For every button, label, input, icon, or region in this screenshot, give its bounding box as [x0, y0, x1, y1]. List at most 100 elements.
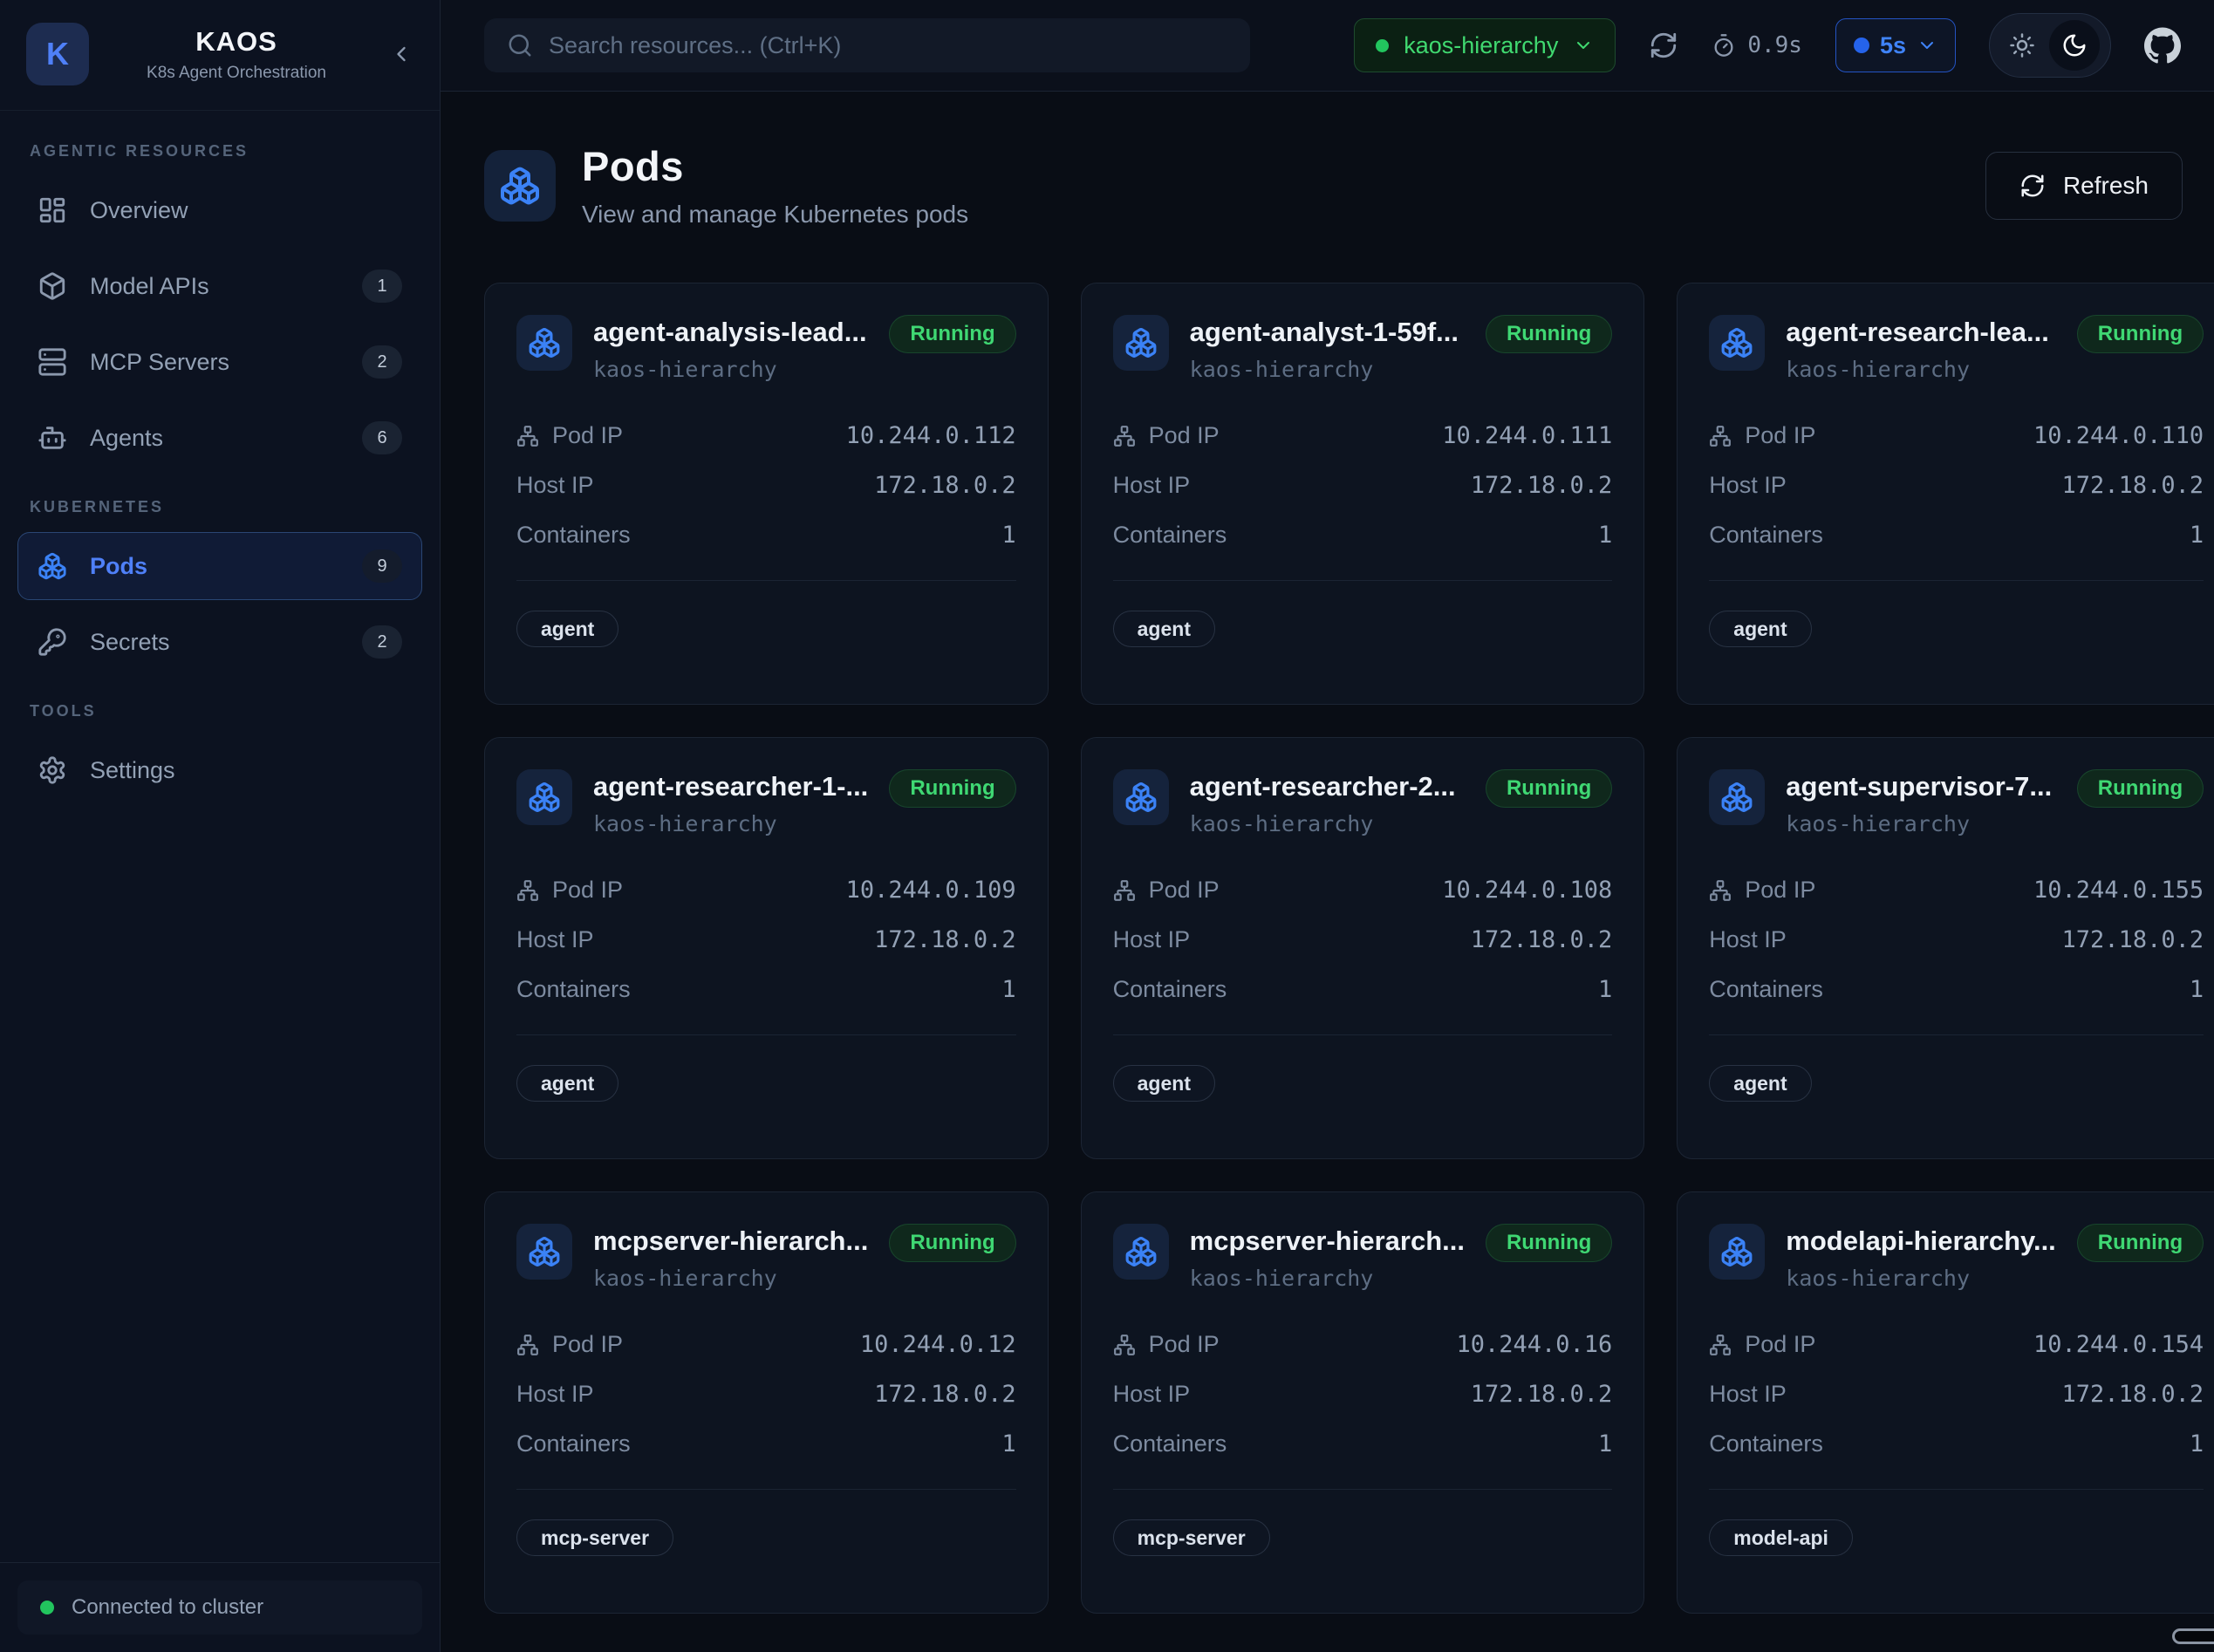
sidebar-item-mcp-servers[interactable]: MCP Servers 2	[17, 328, 422, 396]
pod-icon-tile	[516, 769, 572, 825]
chevron-down-icon	[1917, 35, 1937, 56]
network-icon	[1113, 425, 1136, 447]
pod-card[interactable]: mcpserver-hierarch... kaos-hierarchy Run…	[1081, 1191, 1645, 1614]
pod-ip-value: 10.244.0.155	[2033, 877, 2204, 904]
pod-name: mcpserver-hierarch...	[1190, 1225, 1465, 1257]
pod-card[interactable]: agent-supervisor-7... kaos-hierarchy Run…	[1677, 737, 2214, 1159]
search-input[interactable]	[549, 32, 1227, 59]
sidebar-item-label: Model APIs	[90, 273, 209, 300]
pod-icon-tile	[1113, 315, 1169, 371]
pod-card[interactable]: agent-research-lea... kaos-hierarchy Run…	[1677, 283, 2214, 705]
containers-value: 1	[1001, 976, 1015, 1003]
pod-ip-row: Pod IP 10.244.0.12	[516, 1331, 1016, 1358]
host-ip-value: 172.18.0.2	[874, 472, 1016, 499]
pods-page-icon-tile	[484, 150, 556, 222]
sidebar-collapse-button[interactable]	[384, 37, 419, 72]
sidebar-item-model-apis[interactable]: Model APIs 1	[17, 252, 422, 320]
theme-toggle[interactable]	[1989, 13, 2111, 78]
host-ip-row: Host IP 172.18.0.2	[1113, 926, 1613, 953]
host-ip-label: Host IP	[516, 472, 594, 499]
pod-card-header: agent-research-lea... kaos-hierarchy Run…	[1709, 315, 2204, 382]
pod-card[interactable]: modelapi-hierarchy... kaos-hierarchy Run…	[1677, 1191, 2214, 1614]
dark-theme-button[interactable]	[2049, 20, 2100, 71]
app-window: K KAOS K8s Agent Orchestration AGENTIC R…	[0, 0, 2214, 1652]
sidebar-item-secrets[interactable]: Secrets 2	[17, 608, 422, 676]
boxes-icon	[1124, 326, 1158, 359]
search-icon	[507, 32, 533, 58]
topbar-controls: kaos-hierarchy 0.9s 5s	[1354, 13, 2181, 78]
layout-dashboard-icon	[38, 195, 67, 225]
host-ip-label: Host IP	[1113, 1381, 1191, 1408]
containers-row: Containers 1	[1709, 976, 2204, 1003]
sidebar-section-label: AGENTIC RESOURCES	[30, 142, 410, 160]
sidebar-item-pods[interactable]: Pods 9	[17, 532, 422, 600]
sidebar: K KAOS K8s Agent Orchestration AGENTIC R…	[0, 0, 441, 1652]
sidebar-section-label: KUBERNETES	[30, 498, 410, 516]
refresh-icon	[2019, 173, 2046, 199]
sidebar-header: K KAOS K8s Agent Orchestration	[0, 0, 440, 111]
card-divider	[516, 1034, 1016, 1035]
host-ip-row: Host IP 172.18.0.2	[1113, 472, 1613, 499]
refresh-button[interactable]: Refresh	[1985, 152, 2183, 220]
sidebar-item-settings[interactable]: Settings	[17, 736, 422, 804]
github-link[interactable]	[2144, 27, 2181, 64]
pod-ip-row: Pod IP 10.244.0.111	[1113, 422, 1613, 449]
host-ip-value: 172.18.0.2	[2062, 472, 2204, 499]
light-theme-button[interactable]	[2000, 24, 2044, 67]
interval-dot-icon	[1854, 38, 1869, 53]
app-title: KAOS	[195, 26, 277, 58]
key-icon	[38, 627, 67, 657]
card-divider	[1113, 580, 1613, 581]
containers-row: Containers 1	[1113, 1430, 1613, 1457]
pod-name: modelapi-hierarchy...	[1786, 1225, 2056, 1257]
host-ip-label: Host IP	[1709, 1381, 1787, 1408]
network-icon	[1709, 879, 1732, 902]
pod-ip-label: Pod IP	[552, 877, 623, 904]
host-ip-value: 172.18.0.2	[2062, 926, 2204, 953]
pod-ip-row: Pod IP 10.244.0.154	[1709, 1331, 2204, 1358]
chevron-down-icon	[1573, 35, 1594, 56]
pod-card[interactable]: mcpserver-hierarch... kaos-hierarchy Run…	[484, 1191, 1049, 1614]
network-icon	[516, 425, 539, 447]
sidebar-section: TOOLS Settings	[17, 702, 422, 804]
card-divider	[1709, 1034, 2204, 1035]
boxes-icon	[38, 551, 67, 581]
app-logo: K	[26, 23, 89, 85]
host-ip-value: 172.18.0.2	[2062, 1381, 2204, 1408]
status-badge: Running	[2077, 769, 2204, 808]
pod-card[interactable]: agent-analysis-lead... kaos-hierarchy Ru…	[484, 283, 1049, 705]
pod-name: mcpserver-hierarch...	[593, 1225, 868, 1257]
status-badge: Running	[889, 315, 1015, 353]
timer-icon	[1712, 33, 1736, 58]
pod-card[interactable]: agent-analyst-1-59f... kaos-hierarchy Ru…	[1081, 283, 1645, 705]
pod-card[interactable]: agent-researcher-1-... kaos-hierarchy Ru…	[484, 737, 1049, 1159]
poll-interval-selector[interactable]: 5s	[1835, 18, 1956, 72]
main-column: kaos-hierarchy 0.9s 5s	[441, 0, 2214, 1652]
containers-label: Containers	[516, 976, 631, 1003]
pod-card[interactable]: agent-researcher-2... kaos-hierarchy Run…	[1081, 737, 1645, 1159]
container-tag: agent	[516, 1065, 618, 1102]
topbar: kaos-hierarchy 0.9s 5s	[441, 0, 2214, 92]
containers-row: Containers 1	[1113, 976, 1613, 1003]
sidebar-item-overview[interactable]: Overview	[17, 176, 422, 244]
network-icon	[516, 879, 539, 902]
containers-label: Containers	[1709, 976, 1823, 1003]
network-icon	[516, 1334, 539, 1356]
pod-icon-tile	[1113, 1224, 1169, 1280]
pod-ip-label: Pod IP	[552, 1331, 623, 1358]
sidebar-item-agents[interactable]: Agents 6	[17, 404, 422, 472]
pod-name: agent-researcher-2...	[1190, 771, 1465, 802]
horizontal-scrollbar[interactable]	[2172, 1628, 2214, 1644]
pod-ip-label: Pod IP	[1149, 422, 1220, 449]
containers-label: Containers	[1113, 1430, 1227, 1457]
pod-ip-label: Pod IP	[1149, 1331, 1220, 1358]
sidebar-item-label: Pods	[90, 553, 147, 580]
sync-button[interactable]	[1649, 31, 1678, 60]
namespace-selector[interactable]: kaos-hierarchy	[1354, 18, 1616, 72]
network-icon	[1709, 425, 1732, 447]
boxes-icon	[1720, 1235, 1753, 1268]
app-subtitle: K8s Agent Orchestration	[147, 64, 326, 83]
boxes-icon	[1720, 326, 1753, 359]
sidebar-item-badge: 2	[362, 345, 402, 379]
sidebar-item-badge: 2	[362, 625, 402, 659]
